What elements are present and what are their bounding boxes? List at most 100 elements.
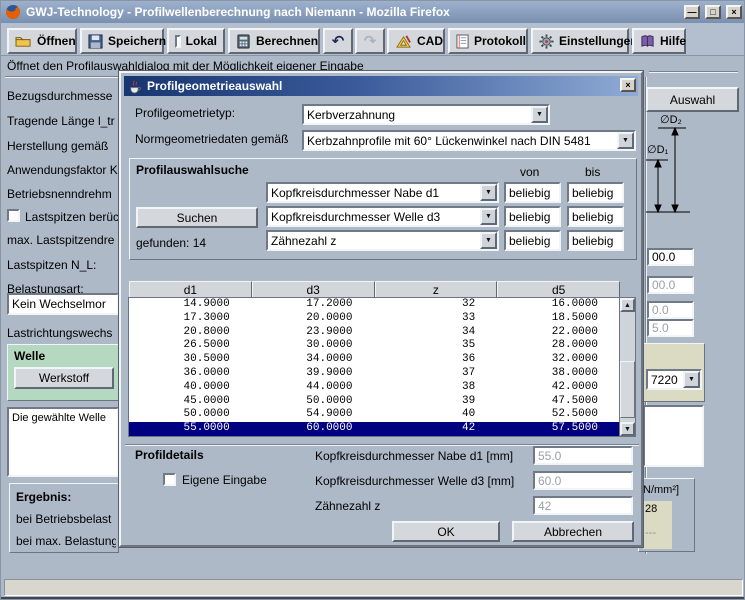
column-header-z[interactable]: z [375,281,498,298]
bis3-input[interactable]: beliebig [567,230,624,251]
scroll-up-icon[interactable]: ▲ [620,298,635,312]
eigene-eingabe-checkbox[interactable] [163,473,176,486]
right-field-4[interactable]: 5.0 [647,319,694,337]
profile-table-body: 14.900017.20003216.000017.300020.0000331… [129,298,620,436]
table-cell: 18.5000 [497,312,620,326]
normgeometriedaten-label: Normgeometriedaten gemäß [135,132,288,146]
column-header-d3[interactable]: d3 [252,281,375,298]
ok-button[interactable]: OK [392,521,500,542]
label-betriebsnenndrehmoment: Betriebsnenndrehm [7,187,119,201]
save-floppy-icon [88,34,103,49]
von3-input[interactable]: beliebig [504,230,561,251]
bis1-input[interactable]: beliebig [567,182,624,203]
material-select[interactable]: 7220 ▼ [646,369,702,390]
table-row[interactable]: 36.000039.90003738.0000 [129,367,620,381]
undo-button[interactable]: ↶ [323,28,353,54]
werkstoff-button[interactable]: Werkstoff [14,367,114,389]
table-row[interactable]: 30.500034.00003632.0000 [129,353,620,367]
d1-detail-label: Kopfkreisdurchmesser Nabe d1 [mm] [315,449,513,463]
search-group-title: Profilauswahlsuche [136,163,249,177]
right-field-1[interactable]: 00.0 [647,248,694,266]
welle-note-textarea[interactable]: Die gewählte Welle [7,407,119,477]
d3-detail-input[interactable]: 60.0 [533,471,633,490]
bis-header: bis [585,165,600,179]
profilauswahlsuche-group: Profilauswahlsuche von bis Kopfkreisdurc… [129,158,637,260]
lokal-toggle[interactable]: Lokal [167,28,225,54]
search-criterion1-select[interactable]: Kopfkreisdurchmesser Nabe d1 ▼ [266,182,499,203]
table-cell: 50.0000 [129,408,252,422]
lastspitzen-checkbox[interactable] [7,209,20,222]
chevron-down-icon[interactable]: ▼ [480,232,497,249]
table-row[interactable]: 50.000054.90004052.5000 [129,408,620,422]
table-cell: 57.5000 [497,422,620,436]
found-count: gefunden: 14 [136,236,206,250]
von2-input[interactable]: beliebig [504,206,561,227]
profildetails-title: Profildetails [135,448,204,462]
table-cell: 17.3000 [129,312,252,326]
label-bezugsdurchmesser: Bezugsdurchmesse [7,89,119,103]
table-row[interactable]: 26.500030.00003528.0000 [129,339,620,353]
calculator-icon [236,34,251,49]
settings-button[interactable]: Einstellungen [531,28,629,54]
table-row[interactable]: 40.000044.00003842.0000 [129,381,620,395]
cancel-button[interactable]: Abbrechen [512,521,634,542]
chevron-down-icon[interactable]: ▼ [531,106,548,123]
suchen-button[interactable]: Suchen [136,207,258,228]
book-icon [640,34,655,49]
label-lastrichtungswechsel: Lastrichtungswechs [7,326,119,340]
ok-label: OK [437,525,454,539]
table-scrollbar[interactable]: ▲ ▼ [620,298,635,436]
search-criterion3-select[interactable]: Zähnezahl z ▼ [266,230,499,251]
stress-value: 28 [643,501,672,515]
normgeometriedaten-select[interactable]: Kerbzahnprofile mit 60° Lückenwinkel nac… [302,130,636,151]
table-cell: 36.0000 [129,367,252,381]
close-button[interactable]: × [726,5,742,19]
profilgeometrietyp-select[interactable]: Kerbverzahnung ▼ [302,104,550,125]
von-header: von [520,165,539,179]
chevron-down-icon[interactable]: ▼ [480,208,497,225]
von1-input[interactable]: beliebig [504,182,561,203]
d1-detail-input[interactable]: 55.0 [533,446,633,465]
column-header-d1[interactable]: d1 [129,281,252,298]
table-row[interactable]: 45.000050.00003947.5000 [129,395,620,409]
chevron-down-icon[interactable]: ▼ [480,184,497,201]
table-cell: 16.0000 [497,298,620,312]
dialog-close-icon[interactable]: × [620,78,636,92]
ergebnis-panel: Ergebnis: bei Betriebsbelast bei max. Be… [9,483,119,553]
table-row[interactable]: 20.800023.90003422.0000 [129,326,620,340]
save-button[interactable]: Speichern [80,28,164,54]
help-button[interactable]: Hilfe [632,28,686,54]
lokal-checkbox[interactable] [175,35,181,48]
right-field-3[interactable]: 0.0 [647,301,694,319]
gear-icon [539,34,554,49]
scroll-down-icon[interactable]: ▼ [620,422,635,436]
z-detail-input[interactable]: 42 [533,496,633,515]
search-criterion2-select[interactable]: Kopfkreisdurchmesser Welle d3 ▼ [266,206,499,227]
dialog-title: Profilgeometrieauswahl [147,79,282,93]
selected-value: Kopfkreisdurchmesser Nabe d1 [268,184,480,201]
table-row[interactable]: 14.900017.20003216.0000 [129,298,620,312]
stress-result-panel: N/mm²] 28 --- [638,478,695,552]
belastungsart-select[interactable]: Kein Wechselmor [7,293,119,315]
table-cell: 33 [375,312,498,326]
open-button[interactable]: Öffnen [7,28,77,54]
table-row[interactable]: 17.300020.00003318.5000 [129,312,620,326]
maximize-button[interactable]: □ [705,5,721,19]
value: 00.0 [652,278,675,292]
bis2-input[interactable]: beliebig [567,206,624,227]
chevron-down-icon[interactable]: ▼ [617,132,634,149]
dialog-titlebar[interactable]: Profilgeometrieauswahl × [124,76,638,96]
calculate-button[interactable]: Berechnen [228,28,320,54]
right-field-2[interactable]: 00.0 [647,276,694,294]
cad-button[interactable]: CAD [387,28,445,54]
scrollbar-thumb[interactable] [620,361,635,418]
ergebnis-title: Ergebnis: [16,490,116,504]
table-cell: 45.0000 [129,395,252,409]
value: 0.0 [652,303,669,317]
chevron-down-icon[interactable]: ▼ [683,371,700,388]
column-header-d5[interactable]: d5 [497,281,620,298]
table-row[interactable]: 55.000060.00004257.5000 [129,422,620,436]
minimize-button[interactable]: — [684,5,700,19]
protokoll-button[interactable]: Protokoll [448,28,528,54]
redo-button[interactable]: ↷ [355,28,385,54]
